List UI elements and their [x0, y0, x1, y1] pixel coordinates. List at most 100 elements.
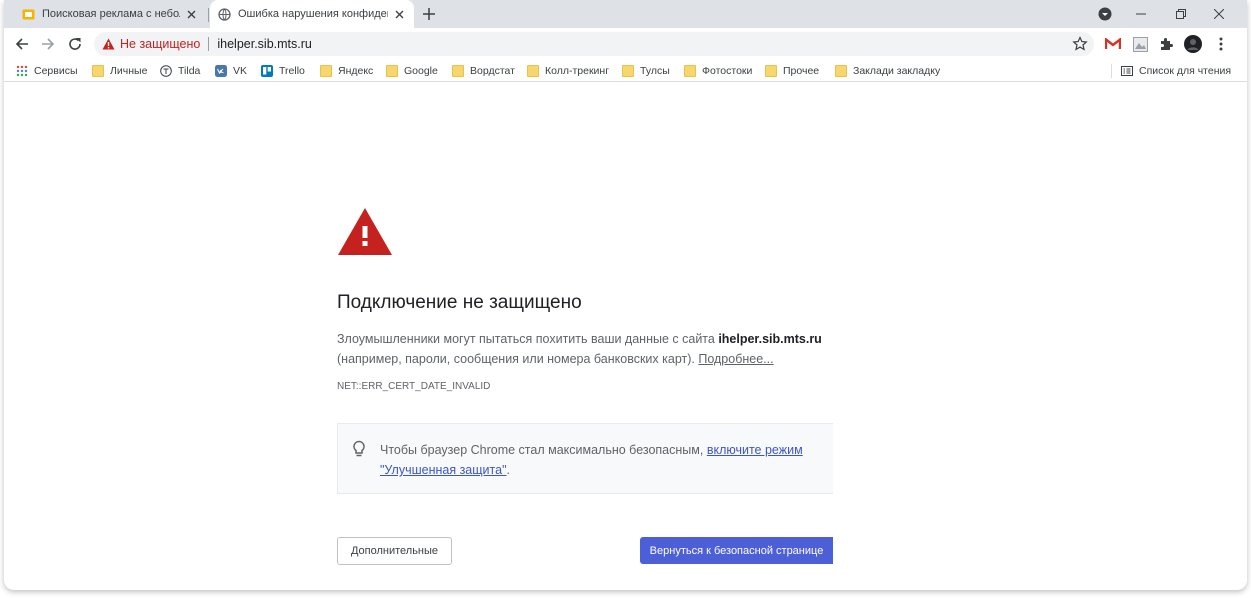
bookmark-label: Прочее	[783, 65, 820, 77]
bookmark-label: Google	[404, 65, 438, 77]
site-domain: ihelper.sib.mts.ru	[718, 332, 822, 346]
bookmark-label: VK	[233, 65, 248, 77]
warning-triangle-icon	[102, 38, 115, 50]
forward-button[interactable]	[36, 32, 60, 56]
new-tab-button[interactable]	[420, 5, 438, 23]
reload-icon	[69, 38, 81, 50]
tip-text-body: Чтобы браузер Chrome стал максимально бе…	[380, 443, 707, 457]
toolbar: Не защищено ihelper.sib.mts.ru	[4, 28, 1247, 60]
bookmark-folder-other[interactable]: Прочее	[765, 63, 819, 79]
omnibox-divider	[208, 37, 210, 51]
tab-strip: Поисковая реклама с небольш Ошибка наруш…	[4, 0, 1247, 28]
advanced-button[interactable]: Дополнительные	[337, 537, 452, 565]
arrow-right-icon	[42, 38, 55, 50]
avatar-icon	[1184, 35, 1202, 53]
folder-icon	[835, 65, 847, 77]
enhanced-protection-tip: Чтобы браузер Chrome стал максимально бе…	[337, 423, 833, 494]
vk-icon	[215, 65, 227, 77]
close-tab-icon[interactable]	[392, 7, 406, 21]
extension-button[interactable]	[1128, 32, 1152, 56]
bookmark-trello[interactable]: Trello	[261, 63, 305, 79]
bookmark-vk[interactable]: VK	[215, 63, 247, 79]
tab-title: Поисковая реклама с небольш	[42, 8, 180, 20]
kebab-menu-icon	[1219, 37, 1223, 51]
back-to-safety-button[interactable]: Вернуться к безопасной странице	[640, 537, 833, 564]
folder-icon	[684, 65, 696, 77]
profile-avatar[interactable]	[1181, 32, 1205, 56]
folder-icon	[527, 65, 539, 77]
arrow-left-icon	[15, 38, 28, 50]
bookmark-services[interactable]: Сервисы	[16, 63, 78, 79]
bookmark-folder-personal[interactable]: Личные	[92, 63, 147, 79]
gmail-extension[interactable]	[1101, 32, 1125, 56]
bookmark-label: Tilda	[178, 65, 201, 77]
reading-list-icon	[1121, 66, 1133, 76]
tilda-icon	[160, 65, 172, 77]
bookmark-folder-google[interactable]: Google	[386, 63, 438, 79]
minimize-icon	[1136, 13, 1146, 15]
bookmark-folder-wordstat[interactable]: Вордстат	[452, 63, 515, 79]
reading-list-label: Список для чтения	[1139, 65, 1232, 77]
description-text-cont: (например, пароли, сообщения или номера …	[337, 352, 699, 366]
bookmark-label: Сервисы	[34, 65, 78, 77]
extension-image-icon	[1132, 36, 1148, 52]
bookmarks-bar: Сервисы Личные Tilda VK Trello Яндекс Go…	[4, 60, 1247, 82]
folder-icon	[92, 65, 104, 77]
tab-search-ads[interactable]: Поисковая реклама с небольш	[14, 0, 206, 28]
close-icon	[1214, 9, 1224, 19]
minimize-button[interactable]	[1126, 2, 1156, 26]
bookmark-folder-photostocks[interactable]: Фотостоки	[684, 63, 752, 79]
extensions-menu-button[interactable]	[1154, 32, 1178, 56]
close-window-button[interactable]	[1204, 2, 1234, 26]
tab-privacy-error[interactable]: Ошибка нарушения конфиденц	[210, 0, 414, 28]
gmail-icon	[1105, 38, 1121, 49]
puzzle-icon	[1161, 38, 1173, 50]
restore-icon	[1176, 9, 1186, 19]
bookmark-folder-tools[interactable]: Тулсы	[622, 63, 670, 79]
warning-triangle-icon	[338, 208, 392, 255]
reading-list-button[interactable]: Список для чтения	[1121, 63, 1231, 79]
security-status[interactable]: Не защищено	[120, 37, 200, 51]
folder-icon	[765, 65, 777, 77]
slides-icon	[22, 9, 35, 19]
page-title: Подключение не защищено	[337, 292, 582, 313]
folder-icon	[386, 65, 398, 77]
bookmark-star-icon[interactable]	[1072, 36, 1088, 52]
error-code: NET::ERR_CERT_DATE_INVALID	[337, 381, 491, 392]
bookmark-tilda[interactable]: Tilda	[160, 63, 200, 79]
lightbulb-icon	[353, 440, 365, 457]
bookmark-folder-yandex[interactable]: Яндекс	[320, 63, 373, 79]
restore-button[interactable]	[1166, 2, 1196, 26]
chevron-down-circle-icon	[1098, 7, 1112, 21]
tip-text: Чтобы браузер Chrome стал максимально бе…	[353, 440, 820, 480]
globe-icon	[218, 7, 231, 21]
folder-icon	[622, 65, 634, 77]
bookmark-folder-bookmark-it[interactable]: Заклади закладку	[835, 63, 940, 79]
bookmark-label: Заклади закладку	[853, 65, 941, 77]
reload-button[interactable]	[63, 32, 87, 56]
profile-menu-button[interactable]	[1090, 2, 1120, 26]
folder-icon	[452, 65, 464, 77]
close-tab-icon[interactable]	[184, 7, 198, 21]
url-text[interactable]: ihelper.sib.mts.ru	[217, 37, 311, 51]
tab-divider	[208, 8, 209, 22]
bookmark-label: Вордстат	[470, 65, 515, 77]
folder-icon	[320, 65, 332, 77]
bookmark-label: Колл-трекинг	[545, 65, 610, 77]
error-description: Злоумышленники могут пытаться похитить в…	[337, 329, 837, 369]
learn-more-link[interactable]: Подробнее...	[698, 352, 773, 366]
apps-grid-icon	[16, 65, 28, 77]
bookmarks-divider	[1111, 64, 1112, 78]
chrome-menu-button[interactable]	[1209, 32, 1233, 56]
bookmark-label: Тулсы	[640, 65, 670, 77]
address-bar[interactable]: Не защищено ihelper.sib.mts.ru	[94, 32, 1094, 56]
trello-icon	[261, 65, 273, 77]
bookmark-label: Trello	[279, 65, 305, 77]
bookmark-label: Личные	[110, 65, 148, 77]
tip-text-end: .	[506, 463, 510, 477]
bookmark-folder-call-tracking[interactable]: Колл-трекинг	[527, 63, 609, 79]
bookmark-label: Фотостоки	[702, 65, 753, 77]
tab-title: Ошибка нарушения конфиденц	[238, 8, 388, 20]
bookmark-label: Яндекс	[338, 65, 374, 77]
back-button[interactable]	[10, 32, 34, 56]
